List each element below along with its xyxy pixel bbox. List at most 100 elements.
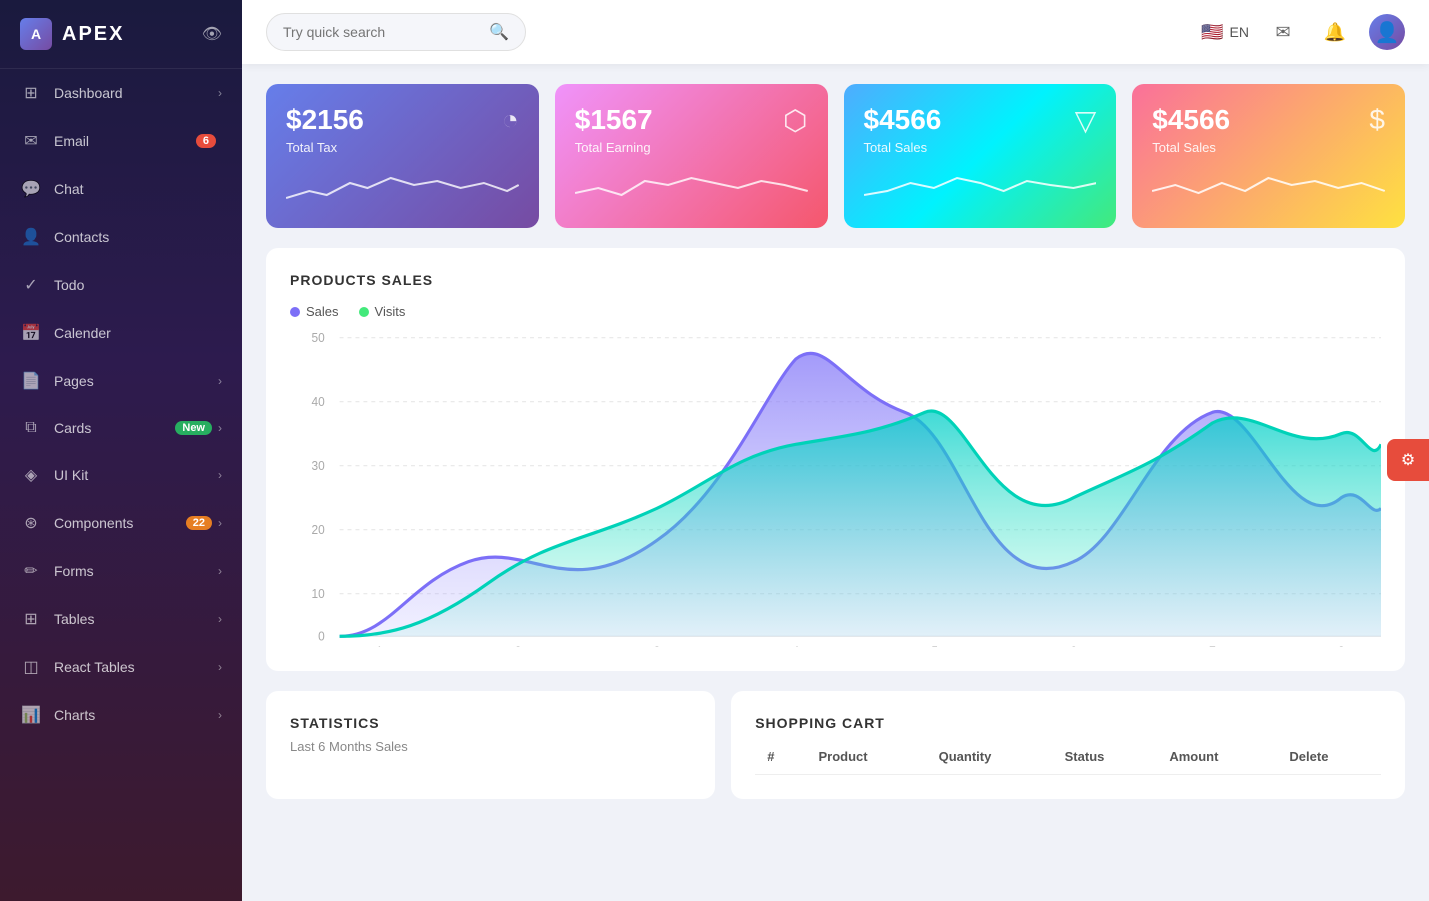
logo-icon: A: [20, 18, 52, 50]
stat-label: Total Tax: [286, 140, 364, 155]
header-right: 🇺🇸 EN ✉ 🔔 👤: [1201, 14, 1405, 50]
stat-value: $4566: [864, 104, 942, 136]
shopping-cart-title: SHOPPING CART: [755, 715, 1381, 731]
sidebar-item-pages[interactable]: 📄 Pages ›: [0, 357, 242, 405]
stat-cards-grid: $2156 Total Tax ◔ $1567 Total Earning: [266, 84, 1405, 228]
components-icon: ⊛: [20, 513, 42, 533]
statistics-title: STATISTICS: [290, 715, 691, 731]
app-name: APEX: [62, 23, 124, 46]
sales-dot: [290, 307, 300, 317]
chat-icon: 💬: [20, 179, 42, 199]
sidebar-item-label: Cards: [54, 420, 175, 436]
svg-text:50: 50: [311, 331, 324, 345]
email-badge: 6: [196, 134, 216, 148]
search-input[interactable]: [283, 24, 481, 40]
sidebar-item-dashboard[interactable]: ⊞ Dashboard ›: [0, 69, 242, 117]
arrow-icon: ›: [218, 516, 222, 530]
sidebar-item-react-tables[interactable]: ◫ React Tables ›: [0, 643, 242, 691]
mail-button[interactable]: ✉: [1265, 14, 1301, 50]
uikit-icon: ◈: [20, 465, 42, 485]
bottom-row: STATISTICS Last 6 Months Sales SHOPPING …: [266, 691, 1405, 799]
chart-title: PRODUCTS SALES: [290, 272, 1381, 288]
components-badge: 22: [186, 516, 212, 530]
svg-text:2: 2: [515, 644, 522, 647]
arrow-icon: ›: [218, 86, 222, 100]
shopping-cart-section: SHOPPING CART # Product Quantity Status …: [731, 691, 1405, 799]
cube-icon: ⬡: [783, 104, 807, 137]
arrow-icon: ›: [218, 374, 222, 388]
content-area: $2156 Total Tax ◔ $1567 Total Earning: [242, 64, 1429, 901]
arrow-icon: ›: [218, 612, 222, 626]
arrow-icon: ›: [218, 468, 222, 482]
stat-label: Total Earning: [575, 140, 653, 155]
svg-text:0: 0: [318, 629, 325, 643]
sidebar-item-email[interactable]: ✉ Email 6: [0, 117, 242, 165]
notifications-button[interactable]: 🔔: [1317, 14, 1353, 50]
avatar[interactable]: 👤: [1369, 14, 1405, 50]
sparkline-sales-green: [864, 163, 1097, 208]
arrow-icon: ›: [218, 660, 222, 674]
sidebar-item-uikit[interactable]: ◈ UI Kit ›: [0, 451, 242, 499]
svg-text:7: 7: [1209, 644, 1216, 647]
settings-button[interactable]: ⚙: [1387, 439, 1429, 481]
svg-text:1: 1: [376, 644, 383, 647]
main-content: 🔍 🇺🇸 EN ✉ 🔔 👤 $2156 Total Tax: [242, 0, 1429, 901]
sidebar-item-label: Tables: [54, 611, 218, 627]
sidebar-item-label: React Tables: [54, 659, 218, 675]
pie-chart-icon: ◔: [502, 104, 519, 136]
sidebar-item-label: Todo: [54, 277, 222, 293]
language-label: EN: [1230, 24, 1249, 40]
stat-card-total-sales-pink: $4566 Total Sales $: [1132, 84, 1405, 228]
sidebar-item-label: Pages: [54, 373, 218, 389]
sidebar-logo: A APEX 👁: [0, 0, 242, 69]
sidebar-item-todo[interactable]: ✓ Todo: [0, 261, 242, 309]
sidebar-item-tables[interactable]: ⊞ Tables ›: [0, 595, 242, 643]
col-quantity: Quantity: [927, 739, 1053, 775]
stat-value: $4566: [1152, 104, 1230, 136]
sidebar: A APEX 👁 ⊞ Dashboard › ✉ Email 6 💬 Chat …: [0, 0, 242, 901]
sidebar-item-forms[interactable]: ✏ Forms ›: [0, 547, 242, 595]
language-selector[interactable]: 🇺🇸 EN: [1201, 22, 1249, 43]
contacts-icon: 👤: [20, 227, 42, 247]
sparkline-sales-pink: [1152, 163, 1385, 208]
todo-icon: ✓: [20, 275, 42, 295]
chart-area: 50 40 30 20 10 0 1 2 3 4 5 6 7 8: [290, 327, 1381, 647]
sidebar-item-components[interactable]: ⊛ Components 22 ›: [0, 499, 242, 547]
sidebar-item-contacts[interactable]: 👤 Contacts: [0, 213, 242, 261]
sidebar-item-label: Components: [54, 515, 186, 531]
sidebar-item-calender[interactable]: 📅 Calender: [0, 309, 242, 357]
cards-badge: New: [175, 421, 212, 435]
stat-label: Total Sales: [1152, 140, 1230, 155]
sales-label: Sales: [306, 304, 339, 319]
visits-dot: [359, 307, 369, 317]
svg-text:6: 6: [1070, 644, 1077, 647]
sidebar-item-label: Charts: [54, 707, 218, 723]
col-delete: Delete: [1277, 739, 1381, 775]
sidebar-item-cards[interactable]: ⧉ Cards New ›: [0, 405, 242, 451]
svg-text:10: 10: [311, 587, 324, 601]
cards-icon: ⧉: [20, 419, 42, 437]
email-icon: ✉: [20, 131, 42, 151]
header: 🔍 🇺🇸 EN ✉ 🔔 👤: [242, 0, 1429, 64]
svg-text:40: 40: [311, 395, 324, 409]
chart-legend: Sales Visits: [290, 304, 1381, 319]
search-icon: 🔍: [489, 22, 509, 42]
search-box[interactable]: 🔍: [266, 13, 526, 51]
sidebar-item-label: Contacts: [54, 229, 222, 245]
visits-label: Visits: [375, 304, 406, 319]
sidebar-item-charts[interactable]: 📊 Charts ›: [0, 691, 242, 739]
arrow-icon: ›: [218, 421, 222, 435]
eye-icon[interactable]: 👁: [202, 24, 222, 44]
sparkline-tax: [286, 163, 519, 208]
dashboard-icon: ⊞: [20, 83, 42, 103]
svg-text:4: 4: [793, 644, 800, 647]
col-product: Product: [806, 739, 926, 775]
sidebar-item-label: Email: [54, 133, 196, 149]
stat-value: $2156: [286, 104, 364, 136]
sidebar-item-chat[interactable]: 💬 Chat: [0, 165, 242, 213]
pages-icon: 📄: [20, 371, 42, 391]
legend-visits: Visits: [359, 304, 406, 319]
forms-icon: ✏: [20, 561, 42, 581]
arrow-icon: ›: [218, 708, 222, 722]
tables-icon: ⊞: [20, 609, 42, 629]
